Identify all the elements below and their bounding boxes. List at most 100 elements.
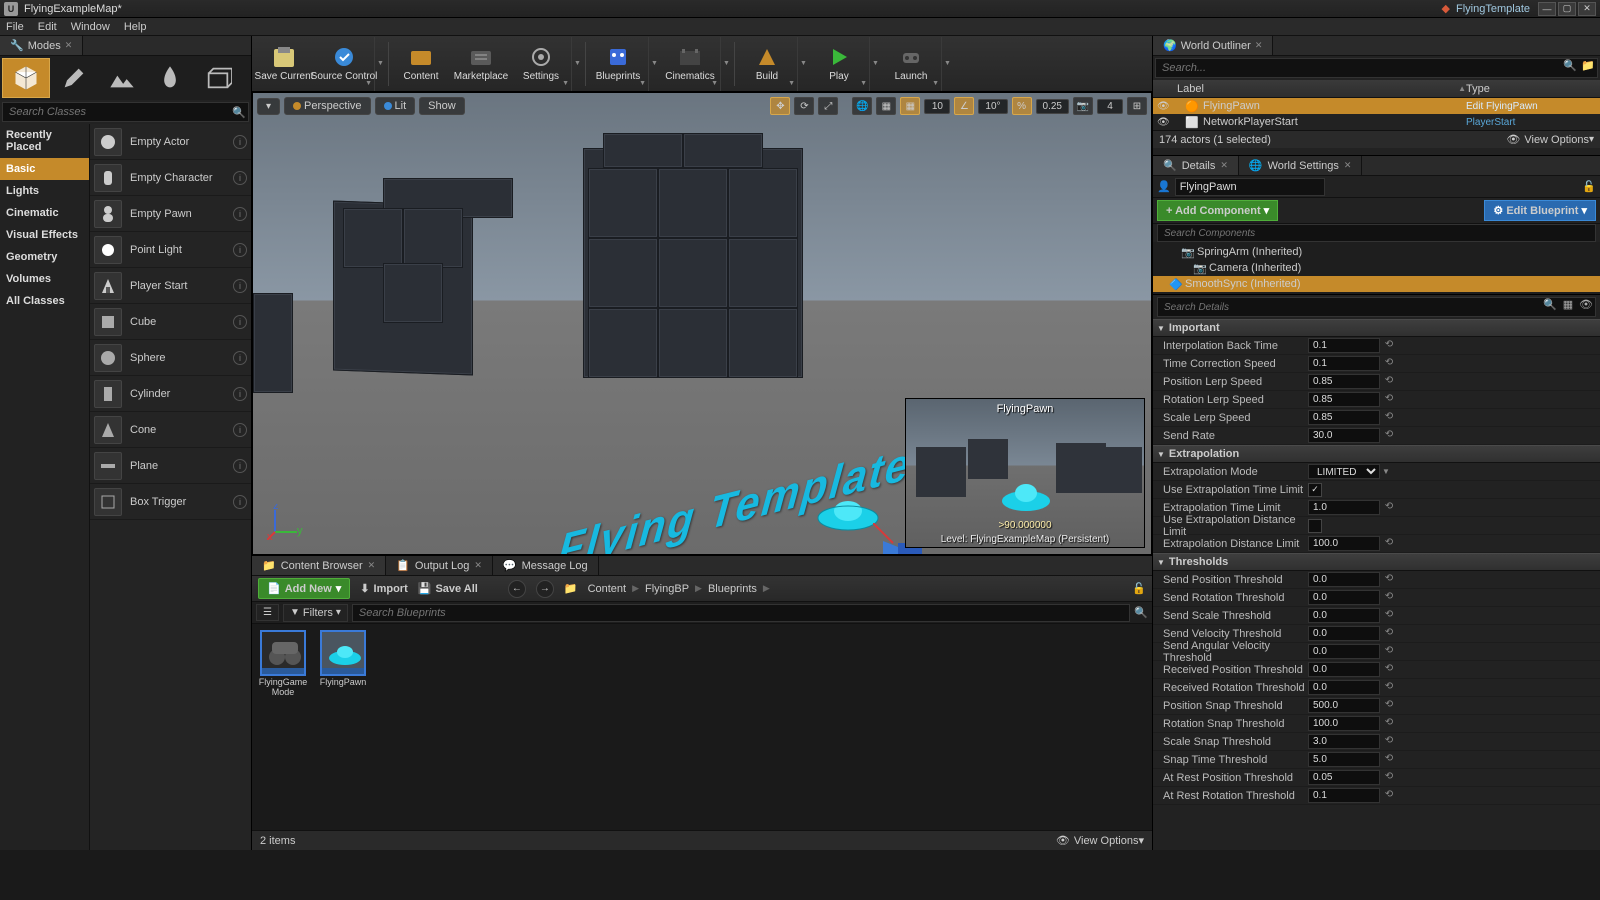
save-all-button[interactable]: 💾 Save All <box>418 582 478 595</box>
category-cinematic[interactable]: Cinematic <box>0 202 89 224</box>
perspective-button[interactable]: Perspective <box>284 97 370 115</box>
prop-value-input[interactable] <box>1308 536 1380 551</box>
menu-help[interactable]: Help <box>124 21 147 33</box>
prop-select[interactable]: LIMITED <box>1308 464 1380 479</box>
outliner-header[interactable]: Label ▲ Type <box>1153 80 1600 98</box>
close-icon[interactable]: ✕ <box>1344 160 1352 171</box>
close-icon[interactable]: ✕ <box>474 560 482 571</box>
foliage-mode-button[interactable] <box>146 58 194 98</box>
actor-plane[interactable]: Planei <box>90 448 251 484</box>
asset-flyinggame-mode[interactable]: FlyingGame Mode <box>258 630 308 824</box>
close-icon[interactable]: ✕ <box>1255 40 1263 51</box>
close-icon[interactable]: ✕ <box>368 560 376 571</box>
asset-grid[interactable]: FlyingGame ModeFlyingPawn <box>252 624 1152 830</box>
info-icon[interactable]: i <box>233 351 247 365</box>
reset-icon[interactable]: ⟲ <box>1382 663 1396 677</box>
category-all-classes[interactable]: All Classes <box>0 290 89 312</box>
actor-cube[interactable]: Cubei <box>90 304 251 340</box>
maximize-button[interactable]: ▢ <box>1558 2 1576 16</box>
chevron-down-icon[interactable]: ▼ <box>562 80 569 87</box>
menu-edit[interactable]: Edit <box>38 21 57 33</box>
prop-value-input[interactable] <box>1308 734 1380 749</box>
prop-value-input[interactable] <box>1308 608 1380 623</box>
crumb-content[interactable]: Content <box>588 583 627 595</box>
viewport[interactable]: ▾ Perspective Lit Show ✥ ⟳ ⤢ 🌐 ▦ ▦ 10 ∠ … <box>252 92 1152 555</box>
reset-icon[interactable]: ⟲ <box>1382 339 1396 353</box>
reset-icon[interactable]: ⟲ <box>1382 771 1396 785</box>
toolbar-dropdown[interactable]: ▼ <box>648 37 660 91</box>
toolbar-dropdown[interactable]: ▼ <box>720 37 732 91</box>
actor-sphere[interactable]: Spherei <box>90 340 251 376</box>
col-type[interactable]: Type <box>1466 83 1596 95</box>
show-button[interactable]: Show <box>419 97 465 115</box>
scale-snap-button[interactable]: % <box>1012 97 1032 115</box>
toolbar-dropdown[interactable]: ▼ <box>941 37 953 91</box>
reset-icon[interactable]: ⟲ <box>1382 357 1396 371</box>
coord-space-button[interactable]: 🌐 <box>852 97 872 115</box>
tab-content-browser[interactable]: 📁Content Browser✕ <box>252 556 386 575</box>
prop-value-input[interactable] <box>1308 428 1380 443</box>
outliner-search-input[interactable] <box>1156 59 1561 77</box>
info-icon[interactable]: i <box>233 423 247 437</box>
toolbar-dropdown[interactable]: ▼ <box>374 37 386 91</box>
actor-point-light[interactable]: Point Lighti <box>90 232 251 268</box>
actor-empty-character[interactable]: Empty Characteri <box>90 160 251 196</box>
prop-value-input[interactable] <box>1308 680 1380 695</box>
modes-tab[interactable]: 🔧 Modes ✕ <box>0 36 83 55</box>
reset-icon[interactable]: ⟲ <box>1382 735 1396 749</box>
minimize-button[interactable]: ― <box>1538 2 1556 16</box>
close-icon[interactable]: ✕ <box>65 40 73 51</box>
section-thresholds[interactable]: ▼Thresholds <box>1153 553 1600 571</box>
prop-value-input[interactable] <box>1308 662 1380 677</box>
eye-icon[interactable]: 👁 <box>1157 117 1173 128</box>
lit-button[interactable]: Lit <box>375 97 416 115</box>
prop-value-input[interactable] <box>1308 752 1380 767</box>
prop-value-input[interactable] <box>1308 572 1380 587</box>
add-new-button[interactable]: 📄 Add New ▾ <box>258 578 350 599</box>
outliner-tab[interactable]: 🌍 World Outliner ✕ <box>1153 36 1273 55</box>
maximize-viewport-button[interactable]: ⊞ <box>1127 97 1147 115</box>
landscape-mode-button[interactable] <box>98 58 146 98</box>
chevron-down-icon[interactable]: ▼ <box>711 80 718 87</box>
reset-icon[interactable]: ⟲ <box>1382 609 1396 623</box>
scale-snap-value[interactable]: 0.25 <box>1036 99 1069 114</box>
menu-file[interactable]: File <box>6 21 24 33</box>
paint-mode-button[interactable] <box>50 58 98 98</box>
component-camera--inherited-[interactable]: 📷Camera (Inherited) <box>1153 260 1600 276</box>
scale-gizmo-button[interactable]: ⤢ <box>818 97 838 115</box>
actor-cylinder[interactable]: Cylinderi <box>90 376 251 412</box>
camera-speed-button[interactable]: 📷 <box>1073 97 1093 115</box>
property-matrix-icon[interactable]: ▦ <box>1559 298 1577 316</box>
prop-value-input[interactable] <box>1308 410 1380 425</box>
class-search[interactable]: 🔍 <box>2 102 249 122</box>
details-search-input[interactable] <box>1158 298 1541 316</box>
reset-icon[interactable]: ⟲ <box>1382 537 1396 551</box>
filters-button[interactable]: ▼ Filters ▾ <box>283 604 348 622</box>
reset-icon[interactable]: ⟲ <box>1382 681 1396 695</box>
camera-speed-value[interactable]: 4 <box>1097 99 1123 114</box>
info-icon[interactable]: i <box>233 207 247 221</box>
angle-snap-button[interactable]: ∠ <box>954 97 974 115</box>
place-mode-button[interactable] <box>2 58 50 98</box>
grid-snap-value[interactable]: 10 <box>924 99 950 114</box>
prop-value-input[interactable] <box>1308 626 1380 641</box>
tab-world-settings[interactable]: 🌐World Settings✕ <box>1239 156 1363 175</box>
info-icon[interactable]: i <box>233 495 247 509</box>
tab-message-log[interactable]: 💬Message Log <box>493 556 599 575</box>
reset-icon[interactable]: ⟲ <box>1382 429 1396 443</box>
prop-checkbox[interactable]: ✓ <box>1308 483 1322 497</box>
view-options-button[interactable]: View Options <box>1074 835 1139 847</box>
asset-flyingpawn[interactable]: FlyingPawn <box>318 630 368 824</box>
info-icon[interactable]: i <box>233 243 247 257</box>
reset-icon[interactable]: ⟲ <box>1382 375 1396 389</box>
prop-checkbox[interactable] <box>1308 519 1322 533</box>
prop-value-input[interactable] <box>1308 644 1380 659</box>
reset-icon[interactable]: ⟲ <box>1382 627 1396 641</box>
prop-value-input[interactable] <box>1308 392 1380 407</box>
category-lights[interactable]: Lights <box>0 180 89 202</box>
reset-icon[interactable]: ⟲ <box>1382 501 1396 515</box>
sources-toggle-button[interactable]: ☰ <box>256 604 279 621</box>
reset-icon[interactable]: ⟲ <box>1382 645 1396 659</box>
eye-icon[interactable]: 👁 <box>1157 101 1173 112</box>
toolbar-settings[interactable]: Settings▼ <box>511 37 571 91</box>
